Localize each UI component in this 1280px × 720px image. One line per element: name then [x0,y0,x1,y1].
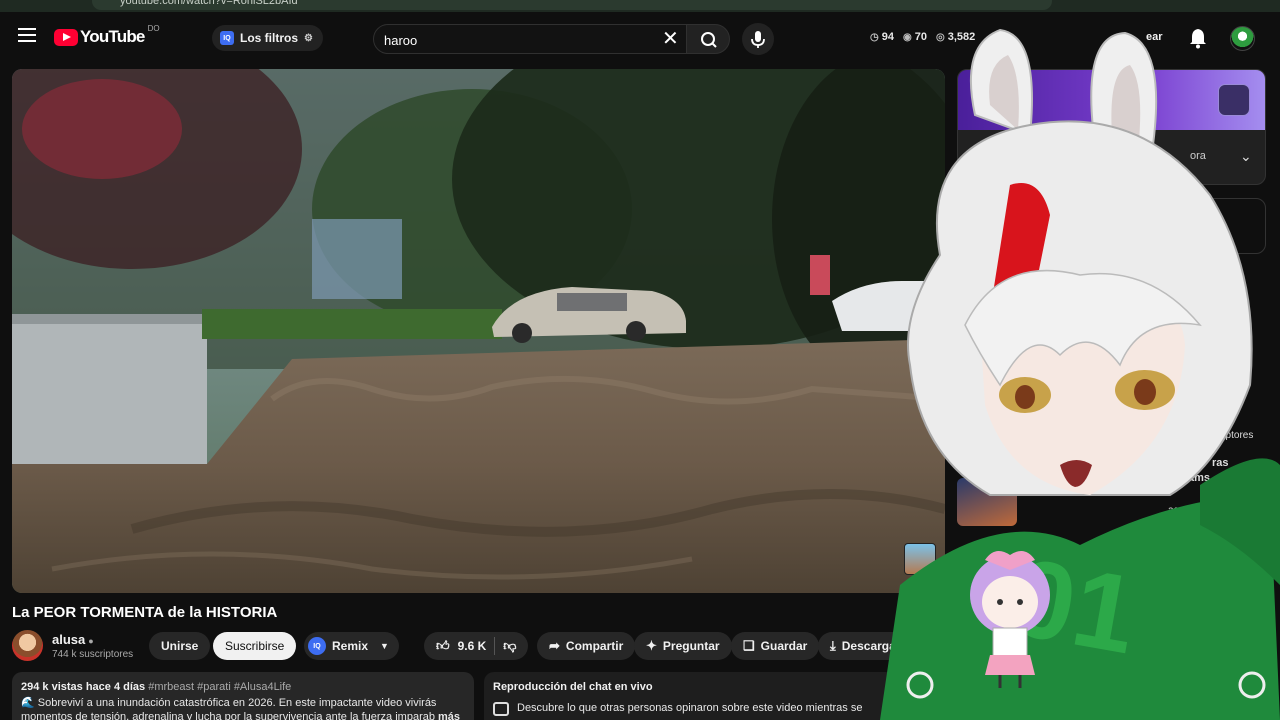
youtube-logo[interactable]: YouTube DO [54,23,160,47]
save-button[interactable]: ❏ Guardar [731,632,820,660]
chat-replay-row[interactable]: Descubre lo que otras personas opinaron … [493,702,887,716]
search-input[interactable] [384,31,654,49]
description-box[interactable]: 294 k vistas hace 4 días #mrbeast #parat… [12,672,474,720]
dislike-icon[interactable]: 👎︎ [503,638,516,654]
play-logo-icon [54,28,78,46]
clear-search-icon[interactable]: ✕ [662,29,679,49]
sparkle-icon: ✦ [646,638,657,653]
menu-icon[interactable] [18,28,36,42]
subscriber-count: 744 k suscriptores [52,649,134,660]
more-link[interactable]: más [438,711,460,720]
clock-icon: ◷ [870,31,879,43]
views-date: 294 k vistas hace 4 días [21,681,146,693]
chat-replay-box: Reproducción del chat en vivo Descubre l… [484,672,896,720]
chibi-mascot [970,551,1050,688]
video-player[interactable] [12,69,945,593]
bookmark-icon: ❏ [743,638,755,653]
subscribe-button[interactable]: Suscribirse [213,632,297,660]
hashtags[interactable]: #mrbeast #parati #Alusa4Life [148,681,291,693]
channel-avatar[interactable] [12,630,43,661]
country-code: DO [147,23,160,33]
ask-button[interactable]: ✦ Preguntar [634,632,732,660]
video-title: La PEOR TORMENTA de la HISTORIA [12,604,278,621]
description-text: 🌊 Sobreviví a una inundación catastrófic… [21,696,465,720]
search-box: ✕ [373,24,691,54]
address-bar[interactable]: youtube.com/watch?v=RoniSL2bAId [92,0,1052,10]
channel-name[interactable]: alusa ● [52,632,94,647]
share-icon: ➦ [549,638,560,653]
voice-search-button[interactable] [742,23,774,55]
video-frame [12,69,945,593]
chat-replay-text: Descubre lo que otras personas opinaron … [517,702,863,714]
save-label: Guardar [760,639,808,653]
remix-label: Remix [332,639,369,653]
filters-button[interactable]: IQ Los filtros ⚙ [212,25,323,51]
chevron-down-icon: ▼ [380,641,389,651]
tune-icon: ⚙ [304,32,313,44]
description-meta: 294 k vistas hace 4 días #mrbeast #parat… [21,681,465,693]
join-label: Unirse [161,639,199,653]
share-label: Compartir [565,639,624,653]
like-icon[interactable]: 👍︎ [436,638,450,654]
vtuber-avatar-overlay: 01 [880,28,1280,720]
divider [494,637,496,655]
subscribe-label: Suscribirse [225,639,285,653]
logo-text: YouTube [80,27,145,46]
remix-icon: IQ [308,637,326,655]
browser-toolbar: youtube.com/watch?v=RoniSL2bAId [0,0,1280,12]
search-icon [701,32,717,48]
download-icon: ⤓ [830,638,836,653]
search-button[interactable] [686,24,730,54]
filters-label: Los filtros [240,31,299,45]
description-body: 🌊 Sobreviví a una inundación catastrófic… [21,697,437,720]
remix-button[interactable]: IQ Remix ▼ [304,632,399,660]
like-count[interactable]: 9.6 K [458,639,487,653]
ask-label: Preguntar [662,639,720,653]
channel-name-text: alusa [52,632,86,647]
iq-icon: IQ [220,31,234,45]
chat-replay-title: Reproducción del chat en vivo [493,681,653,693]
join-button[interactable]: Unirse [149,632,211,660]
mic-icon [751,31,765,48]
share-button[interactable]: ➦ Compartir [537,632,636,660]
chat-icon [493,702,509,716]
like-dislike-group: 👍︎ 9.6 K 👎︎ [424,632,529,660]
verified-icon: ● [88,636,94,646]
